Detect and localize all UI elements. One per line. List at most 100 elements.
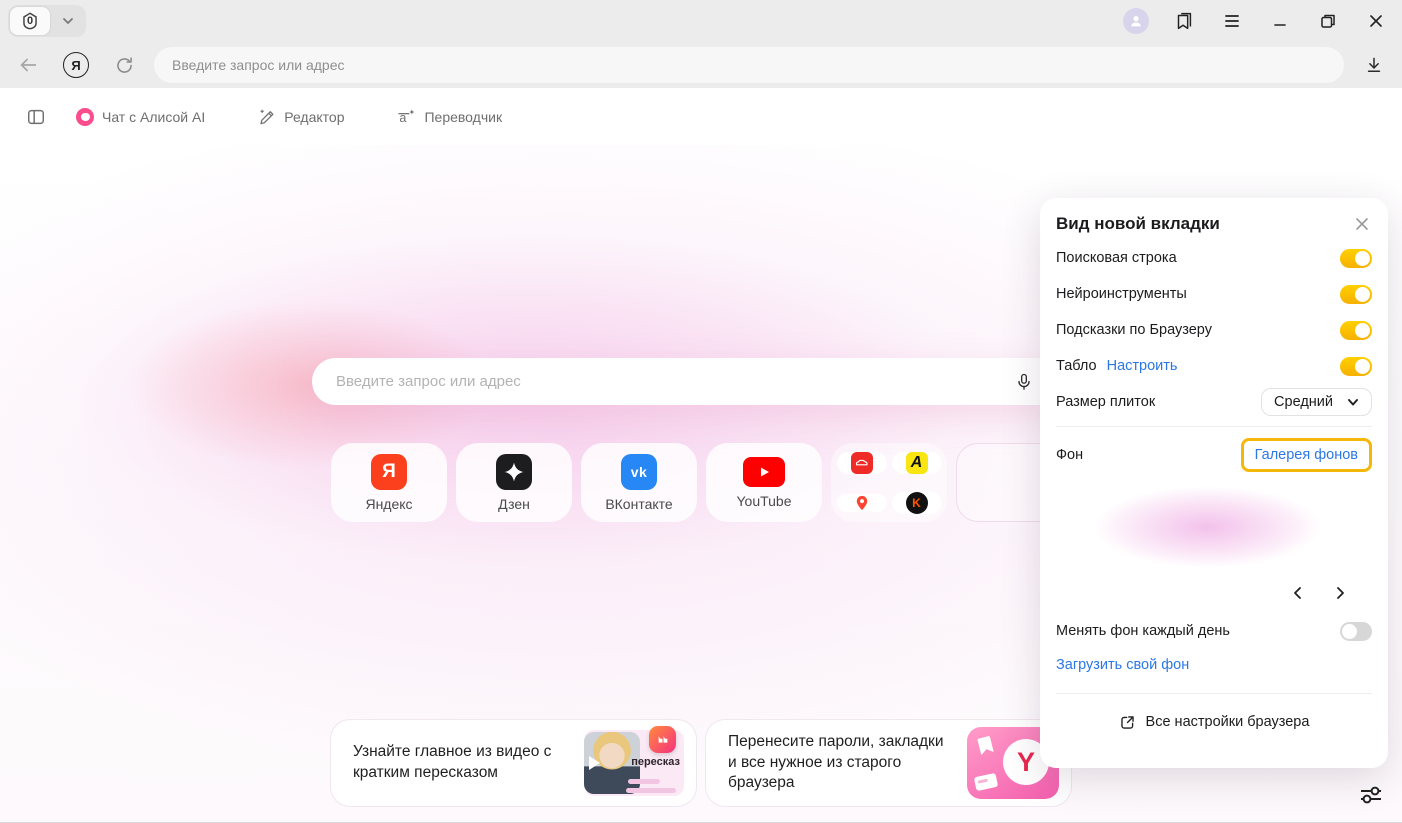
retell-badge: пересказ <box>631 756 680 768</box>
yandex-maps-pin-icon <box>837 494 887 512</box>
address-input[interactable] <box>172 57 1326 73</box>
pencil-sparkle-icon <box>257 107 276 126</box>
browser-window: 0 <box>0 0 1402 823</box>
gallery-highlight-box: Галерея фонов <box>1241 438 1372 472</box>
tab-list-chevron-icon[interactable] <box>50 14 86 28</box>
page-settings-sliders-icon[interactable] <box>1356 780 1386 810</box>
carousel-prev-icon[interactable] <box>1288 583 1308 603</box>
tab-strip: 0 <box>0 0 1402 42</box>
bookmarks-bar: Чат с Алисой AI Редактор а Переводчик <box>0 88 1402 145</box>
yandex-tile-icon: Я <box>371 454 407 490</box>
bookmark-label: Редактор <box>284 109 344 125</box>
setting-label: Менять фон каждый день <box>1056 623 1230 639</box>
translate-icon: а <box>396 107 416 127</box>
tile-label: YouTube <box>736 494 791 508</box>
yandex-logo-icon[interactable]: Я <box>56 47 96 83</box>
setting-label: Табло <box>1056 358 1097 374</box>
background-preview <box>1056 481 1372 581</box>
setting-label: Фон <box>1056 447 1083 463</box>
back-icon[interactable] <box>8 47 48 83</box>
tile-dzen[interactable]: Дзен <box>456 443 572 522</box>
setting-row-background: Фон Галерея фонов <box>1056 433 1372 477</box>
close-panel-icon[interactable] <box>1352 214 1372 234</box>
window-controls <box>1120 0 1392 42</box>
auto-ru-icon: A <box>892 452 942 474</box>
setting-label: Нейроинструменты <box>1056 286 1187 302</box>
minimize-icon[interactable] <box>1264 5 1296 37</box>
close-window-icon[interactable] <box>1360 5 1392 37</box>
video-summary-illustration: пересказ <box>584 730 684 796</box>
tableau-toggle[interactable] <box>1340 357 1372 376</box>
bookmarks-panel-icon[interactable] <box>1168 5 1200 37</box>
search-box[interactable] <box>312 358 1060 405</box>
all-browser-settings-link[interactable]: Все настройки браузера <box>1056 700 1372 744</box>
skeleton-line <box>626 788 676 793</box>
search-input[interactable] <box>336 373 1012 390</box>
youtube-play-icon <box>743 457 785 487</box>
panel-title: Вид новой вкладки <box>1056 214 1220 234</box>
footer-label: Все настройки браузера <box>1146 714 1310 730</box>
setting-row-tableau: Табло Настроить <box>1056 348 1372 384</box>
bookmark-translator[interactable]: а Переводчик <box>386 101 512 133</box>
address-bar[interactable] <box>154 47 1344 83</box>
bookmark-alice-chat[interactable]: Чат с Алисой AI <box>66 102 215 132</box>
sidebar-toggle-icon[interactable] <box>16 99 56 135</box>
daily-background-toggle[interactable] <box>1340 622 1372 641</box>
promo-cards: Узнайте главное из видео с кратким перес… <box>330 719 1072 807</box>
tile-group[interactable]: A K <box>831 443 947 522</box>
tile-youtube[interactable]: YouTube <box>706 443 822 522</box>
bookmark-label: Чат с Алисой AI <box>102 109 205 125</box>
promo-video-summary[interactable]: Узнайте главное из видео с кратким перес… <box>330 719 697 807</box>
setting-row-neurotools: Нейроинструменты <box>1056 276 1372 312</box>
browser-tips-toggle[interactable] <box>1340 321 1372 340</box>
background-carousel-nav <box>1056 583 1372 603</box>
dzen-star-icon <box>496 454 532 490</box>
menu-icon[interactable] <box>1216 5 1248 37</box>
tile-label: Яндекс <box>365 497 412 511</box>
background-gallery-link[interactable]: Галерея фонов <box>1255 447 1358 463</box>
bookmark-editor[interactable]: Редактор <box>247 101 354 132</box>
avatar-icon <box>1123 8 1149 34</box>
tile-size-select[interactable]: Средний <box>1261 388 1372 416</box>
chevron-down-icon <box>1347 396 1359 408</box>
panel-divider <box>1056 426 1372 427</box>
setting-row-upload: Загрузить свой фон <box>1056 649 1372 681</box>
new-tab-settings-panel: Вид новой вкладки Поисковая строка Нейро… <box>1040 198 1388 768</box>
active-tab[interactable]: 0 <box>10 7 50 35</box>
promo-import-data[interactable]: Перенесите пароли, закладки и все нужное… <box>705 719 1072 807</box>
alice-icon <box>76 108 94 126</box>
tableau-configure-link[interactable]: Настроить <box>1107 358 1178 374</box>
search-bar-toggle[interactable] <box>1340 249 1372 268</box>
setting-row-daily-background: Менять фон каждый день <box>1056 613 1372 649</box>
tile-vkontakte[interactable]: vk ВКонтакте <box>581 443 697 522</box>
promo-text: Перенесите пароли, закладки и все нужное… <box>728 732 955 795</box>
tab-group[interactable]: 0 <box>8 5 86 37</box>
microphone-icon[interactable] <box>1012 370 1036 394</box>
external-link-icon <box>1119 714 1136 731</box>
navigation-toolbar: Я <box>0 42 1402 88</box>
kinopoisk-icon: K <box>892 492 942 514</box>
downloads-icon[interactable] <box>1354 47 1394 83</box>
setting-label: Поисковая строка <box>1056 250 1177 266</box>
promo-text: Узнайте главное из видео с кратким перес… <box>353 742 572 784</box>
vk-icon: vk <box>621 454 657 490</box>
setting-row-browser-tips: Подсказки по Браузеру <box>1056 312 1372 348</box>
play-icon <box>589 756 600 770</box>
tab-count: 0 <box>19 10 41 32</box>
setting-label: Подсказки по Браузеру <box>1056 322 1212 338</box>
setting-row-tile-size: Размер плиток Средний <box>1056 384 1372 420</box>
restore-icon[interactable] <box>1312 5 1344 37</box>
tile-yandex[interactable]: Я Яндекс <box>331 443 447 522</box>
tiles-row: Я Яндекс Дзен vk ВКонтакте YouTube <box>331 443 1072 522</box>
quote-badge-icon <box>649 726 676 753</box>
tile-label: ВКонтакте <box>605 497 672 511</box>
setting-row-search-bar: Поисковая строка <box>1056 240 1372 276</box>
neurotools-toggle[interactable] <box>1340 285 1372 304</box>
profile-avatar[interactable] <box>1120 5 1152 37</box>
refresh-icon[interactable] <box>104 47 144 83</box>
tile-size-value: Средний <box>1274 394 1333 410</box>
yandex-drive-icon <box>837 452 887 474</box>
skeleton-line <box>628 779 660 784</box>
carousel-next-icon[interactable] <box>1330 583 1350 603</box>
upload-background-link[interactable]: Загрузить свой фон <box>1056 657 1189 673</box>
